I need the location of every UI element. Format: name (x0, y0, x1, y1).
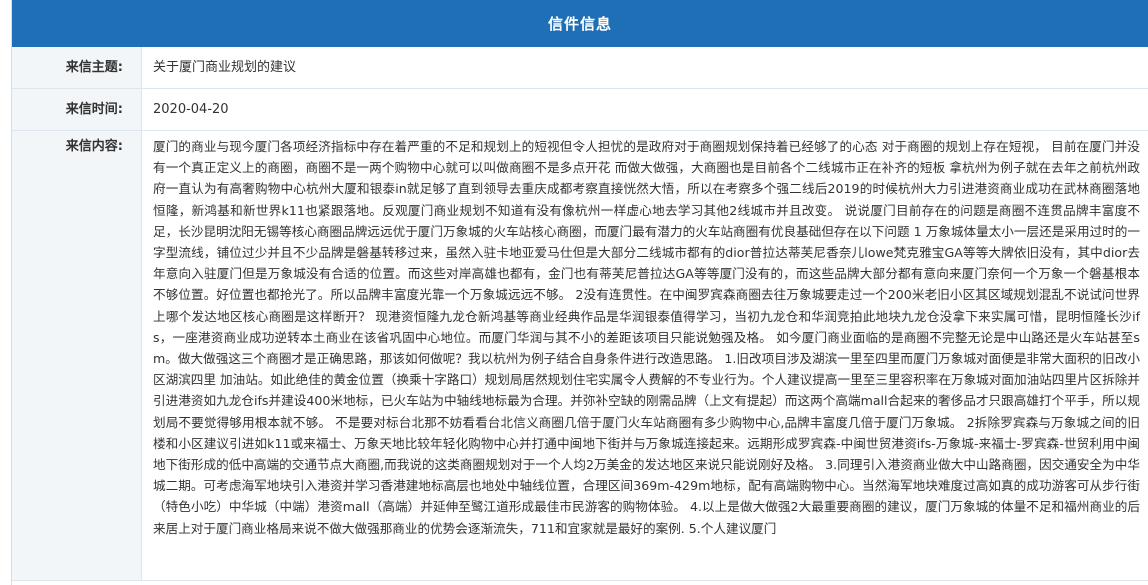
subject-value: 关于厦门商业规划的建议 (153, 60, 297, 75)
content-label: 来信内容: (12, 131, 142, 580)
date-label: 来信时间: (12, 89, 142, 130)
date-row: 来信时间: 2020-04-20 (12, 89, 1148, 131)
subject-label: 来信主题: (12, 47, 142, 88)
subject-row: 来信主题: 关于厦门商业规划的建议 (12, 47, 1148, 89)
panel-title: 信件信息 (12, 0, 1148, 47)
date-value: 2020-04-20 (153, 102, 229, 117)
content-row: 来信内容: 厦门的商业与现今厦门各项经济指标中存在着严重的不足和规划上的短视但令… (12, 131, 1148, 581)
content-value: 厦门的商业与现今厦门各项经济指标中存在着严重的不足和规划上的短视但令人担忧的是政… (153, 139, 1140, 536)
letter-info-panel: 信件信息 来信主题: 关于厦门商业规划的建议 来信时间: 2020-04-20 … (11, 0, 1148, 585)
